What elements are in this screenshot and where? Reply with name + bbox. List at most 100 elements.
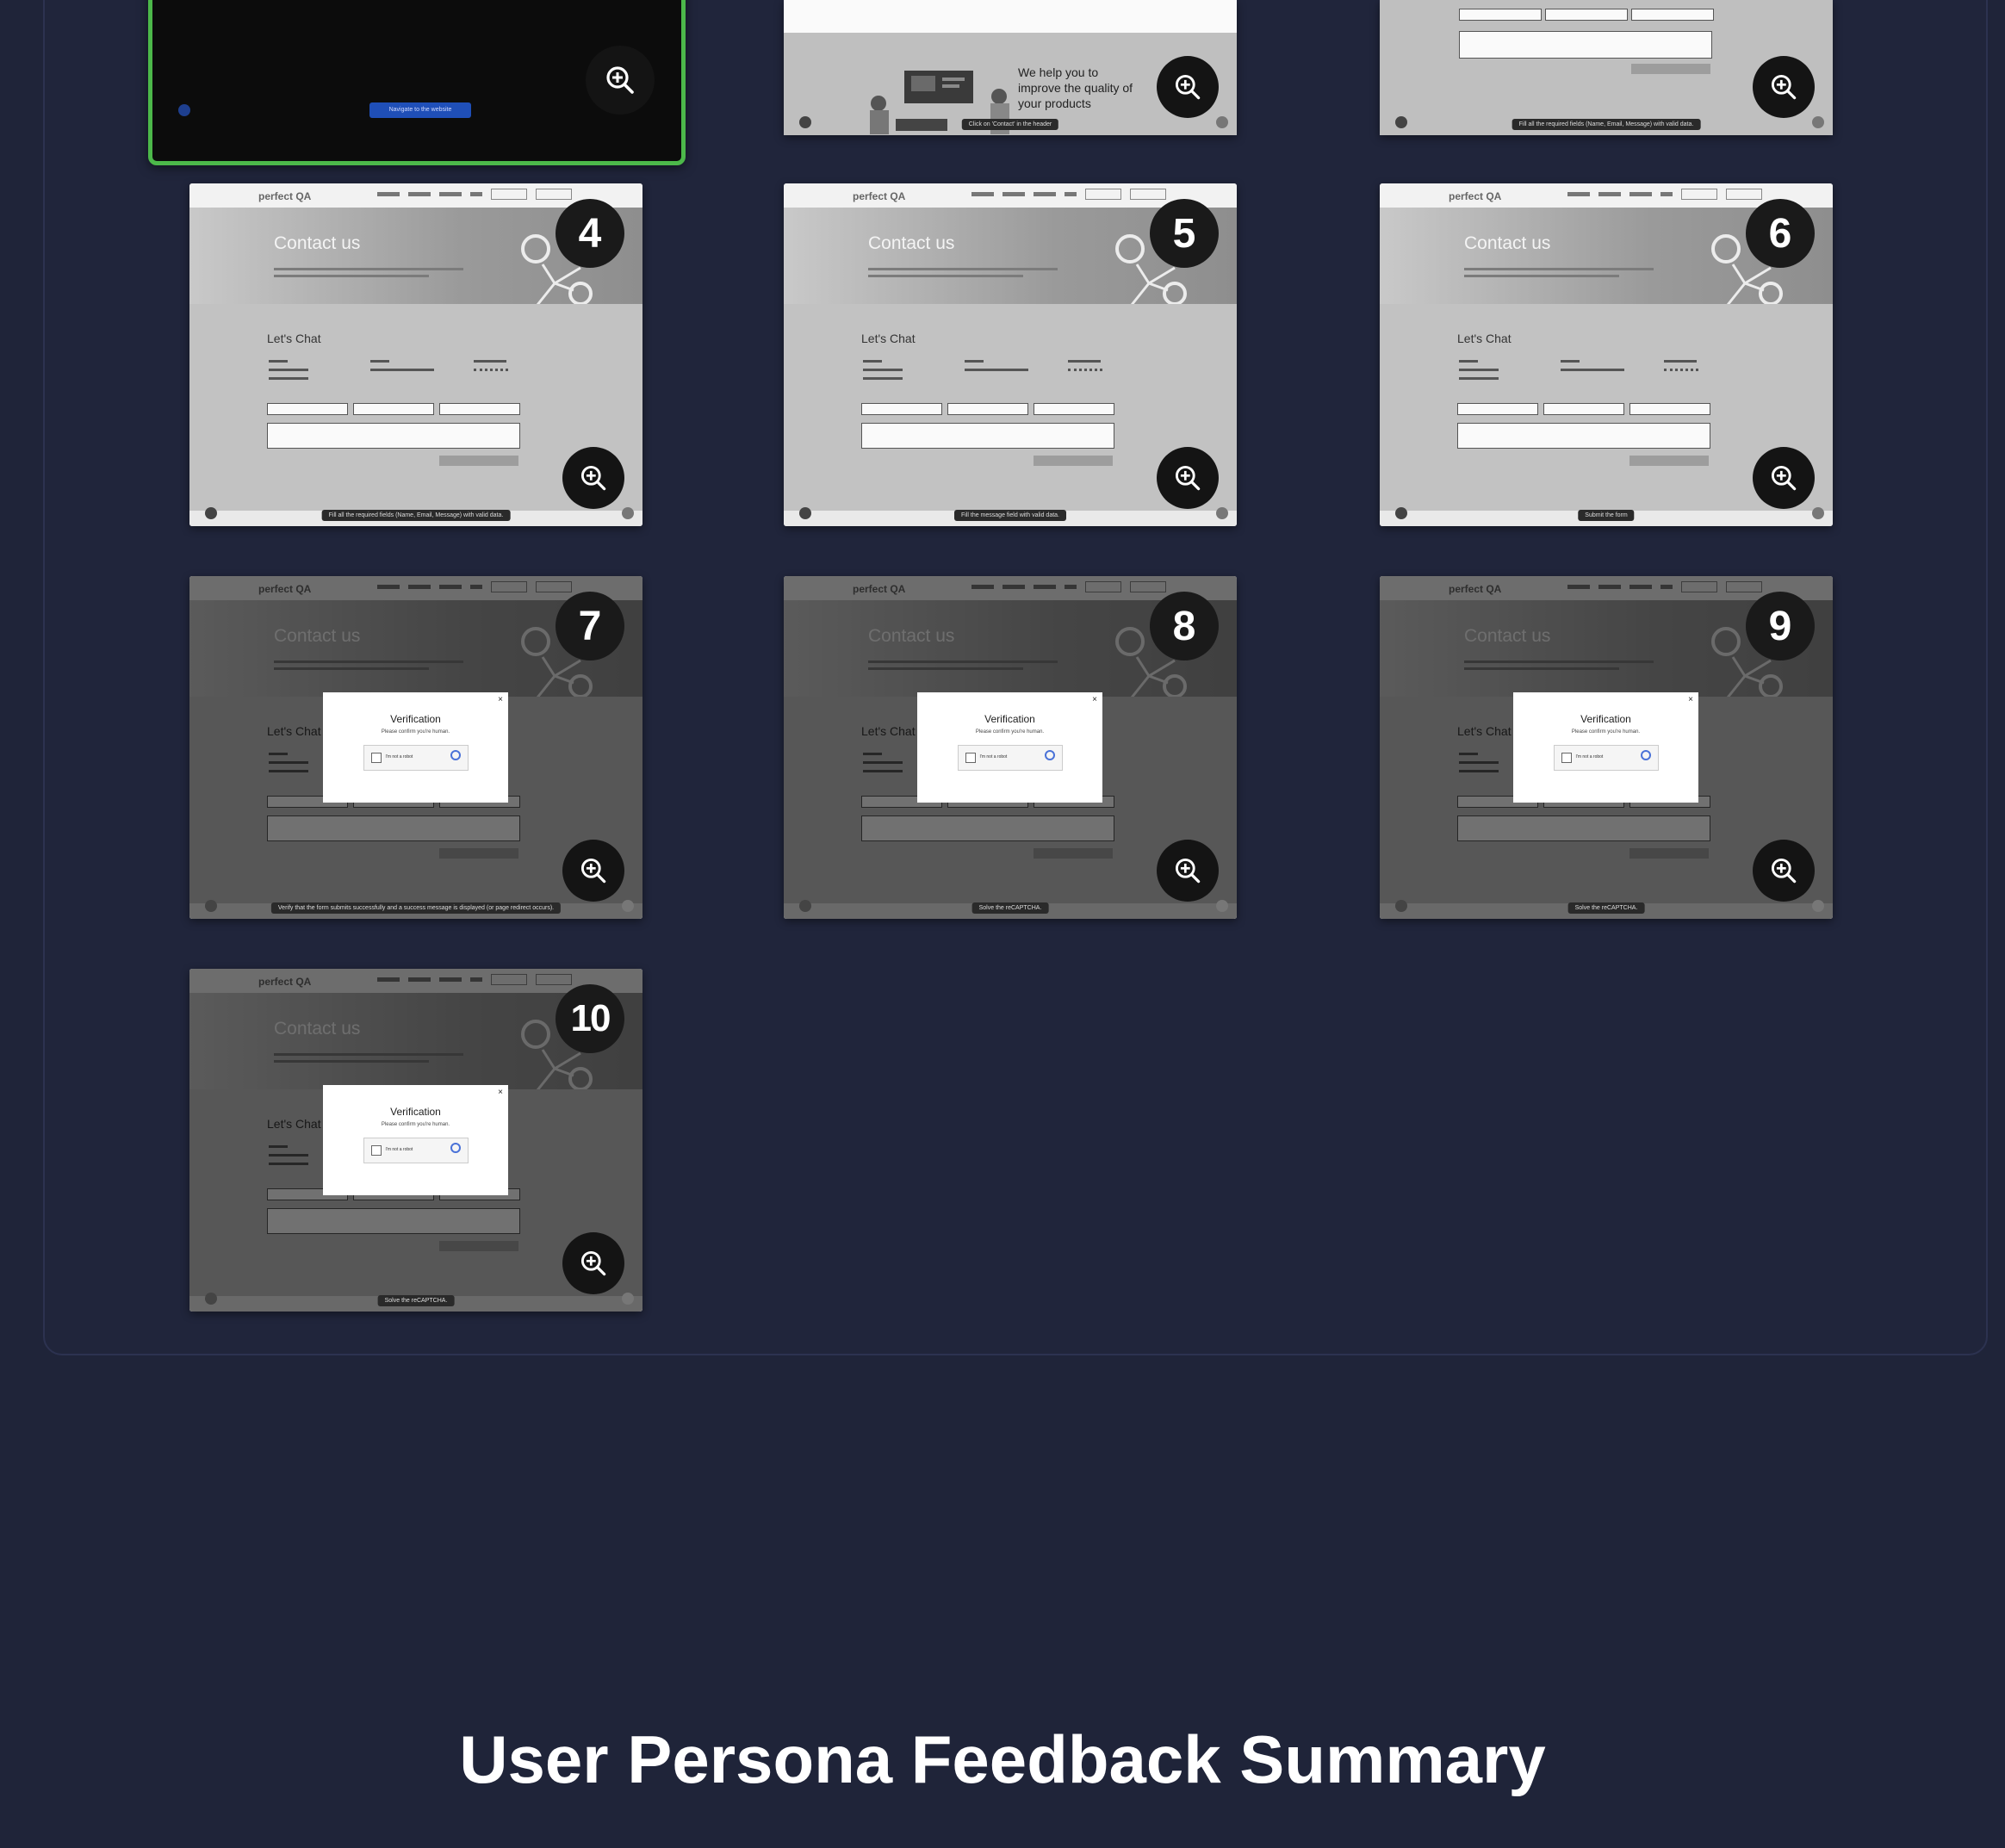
recaptcha-widget[interactable]: I'm not a robot — [1553, 745, 1659, 771]
mock-contact-info — [269, 360, 518, 381]
step-caption: Fill all the required fields (Name, Emai… — [321, 510, 511, 521]
zoom-in-icon — [1175, 465, 1201, 491]
step-dot — [205, 900, 217, 912]
step-card-6[interactable]: perfect QA Contact us Let's Chat Submit … — [1380, 183, 1833, 526]
mock-message-field — [267, 423, 520, 449]
zoom-in-icon — [1175, 74, 1201, 100]
step-dot — [799, 116, 811, 128]
recaptcha-checkbox[interactable] — [370, 1145, 382, 1156]
mock-form-title: Let's Chat — [1457, 332, 1512, 345]
step-caption: Verify that the form submits successfull… — [270, 902, 562, 914]
recaptcha-checkbox[interactable] — [370, 753, 382, 763]
close-icon[interactable]: × — [1092, 695, 1097, 704]
mock-logo: perfect QA — [1449, 190, 1502, 202]
step-dot — [205, 507, 217, 519]
mock-logo: perfect QA — [258, 190, 312, 202]
chat-icon — [1216, 900, 1228, 912]
recaptcha-label: I'm not a robot — [385, 1147, 413, 1152]
close-icon[interactable]: × — [1688, 695, 1693, 704]
zoom-button[interactable] — [562, 840, 624, 902]
step-card-7[interactable]: perfect QA Contact us Let's Chat — [189, 576, 642, 919]
captcha-title: Verification — [984, 713, 1035, 725]
mock-contact-info — [1459, 360, 1709, 381]
step-dot — [799, 507, 811, 519]
mock-inputs — [267, 403, 520, 415]
mock-hero-title: Contact us — [274, 233, 361, 253]
step-caption: Solve the reCAPTCHA. — [377, 1295, 455, 1306]
recaptcha-label: I'm not a robot — [385, 754, 413, 760]
zoom-button[interactable] — [1753, 447, 1815, 509]
step-card-10[interactable]: perfect QA Contact us Let's Chat — [189, 969, 642, 1312]
recaptcha-label: I'm not a robot — [979, 754, 1008, 760]
step-caption: Fill all the required fields (Name, Emai… — [1512, 119, 1701, 130]
chat-icon — [1216, 116, 1228, 128]
captcha-subtitle: Please confirm you're human. — [381, 1122, 450, 1127]
step-caption: Solve the reCAPTCHA. — [971, 902, 1049, 914]
recaptcha-widget[interactable]: I'm not a robot — [957, 745, 1063, 771]
zoom-button[interactable] — [562, 447, 624, 509]
chat-icon — [1812, 507, 1824, 519]
mock-send-button — [1034, 456, 1113, 466]
step-number-badge: 9 — [1746, 592, 1815, 660]
recaptcha-checkbox[interactable] — [1561, 753, 1572, 763]
step-number-badge: 8 — [1150, 592, 1219, 660]
recaptcha-logo-icon — [1044, 750, 1055, 760]
mock-message-field — [1457, 423, 1710, 449]
chat-icon — [622, 507, 634, 519]
captcha-subtitle: Please confirm you're human. — [381, 729, 450, 735]
zoom-button[interactable] — [586, 46, 655, 115]
mock-inputs — [1457, 403, 1710, 415]
mock-message-field — [861, 423, 1114, 449]
step-number-badge: 7 — [556, 592, 624, 660]
zoom-in-icon — [580, 465, 606, 491]
mock-form-title: Let's Chat — [861, 332, 916, 345]
section-title: User Persona Feedback Summary — [459, 1721, 1546, 1797]
captcha-modal: × Verification Please confirm you're hum… — [917, 692, 1102, 803]
step-card-3[interactable]: Fill all the required fields (Name, Emai… — [1380, 0, 1833, 135]
close-icon[interactable]: × — [498, 695, 503, 704]
step-card-4[interactable]: perfect QA Contact us Let's Chat Fill al… — [189, 183, 642, 526]
step-card-2[interactable]: We help you to improve the quality of yo… — [784, 0, 1237, 135]
step-card-3-active[interactable]: Navigate to the website — [148, 0, 686, 165]
step-dot — [1395, 507, 1407, 519]
recaptcha-widget[interactable]: I'm not a robot — [363, 1138, 469, 1163]
close-icon[interactable]: × — [498, 1088, 503, 1097]
step-card-8[interactable]: perfect QA Contact us Let's Chat — [784, 576, 1237, 919]
recaptcha-widget[interactable]: I'm not a robot — [363, 745, 469, 771]
step-caption: Submit the form — [1578, 510, 1635, 521]
mock-send-button — [1629, 456, 1709, 466]
navigate-button[interactable]: Navigate to the website — [369, 102, 471, 118]
zoom-button[interactable] — [1157, 840, 1219, 902]
step-caption: Click on 'Contact' in the header — [961, 119, 1059, 130]
recaptcha-checkbox[interactable] — [965, 753, 976, 763]
captcha-subtitle: Please confirm you're human. — [1571, 729, 1641, 735]
captcha-title: Verification — [390, 1106, 441, 1118]
zoom-in-icon — [1175, 858, 1201, 884]
zoom-button[interactable] — [562, 1232, 624, 1294]
recaptcha-logo-icon — [450, 1143, 461, 1153]
mock-send-button — [439, 456, 518, 466]
step-dot — [1395, 116, 1407, 128]
recaptcha-logo-icon — [450, 750, 461, 760]
hero-text: We help you to improve the quality of yo… — [1018, 65, 1133, 110]
zoom-in-icon — [1771, 465, 1797, 491]
zoom-button[interactable] — [1157, 56, 1219, 118]
zoom-button[interactable] — [1753, 840, 1815, 902]
step-card-9[interactable]: perfect QA Contact us Let's Chat — [1380, 576, 1833, 919]
mock-hero-lines — [274, 268, 463, 282]
mock-hero-lines — [868, 268, 1058, 282]
step-number-badge: 6 — [1746, 199, 1815, 268]
zoom-button[interactable] — [1753, 56, 1815, 118]
step-number-badge: 10 — [556, 984, 624, 1053]
step-caption: Fill the message field with valid data. — [954, 510, 1066, 521]
zoom-button[interactable] — [1157, 447, 1219, 509]
step-caption: Solve the reCAPTCHA. — [1567, 902, 1645, 914]
zoom-in-icon — [1771, 858, 1797, 884]
step-card-5[interactable]: perfect QA Contact us Let's Chat Fill th… — [784, 183, 1237, 526]
step-dot — [799, 900, 811, 912]
captcha-modal: × Verification Please confirm you're hum… — [323, 692, 508, 803]
mock-hero-title: Contact us — [1464, 233, 1551, 253]
captcha-modal: × Verification Please confirm you're hum… — [1513, 692, 1698, 803]
chat-icon — [622, 1293, 634, 1305]
mock-inputs — [861, 403, 1114, 415]
